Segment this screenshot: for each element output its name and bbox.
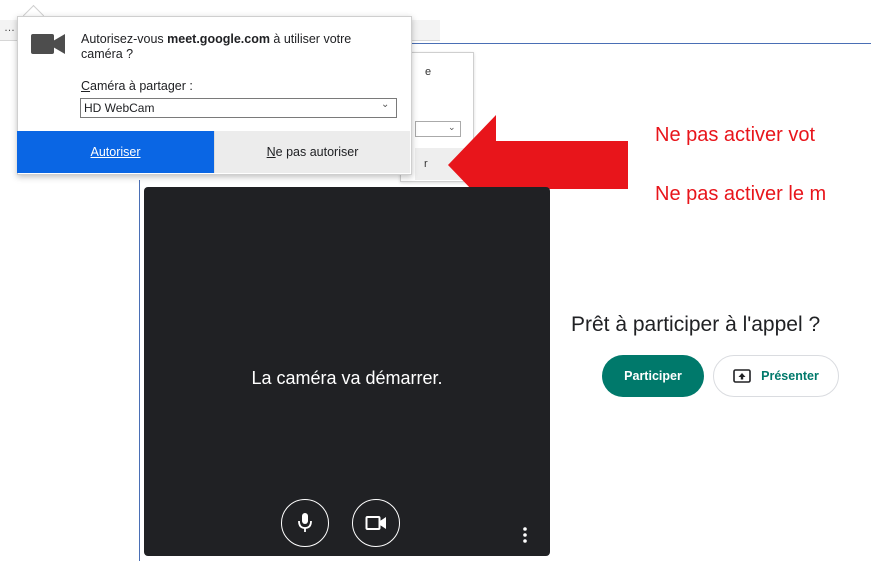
permission-question-line2: caméra ? (81, 47, 134, 61)
toolbar-overflow[interactable]: … (4, 22, 15, 34)
chevron-down-icon: ⌄ (381, 99, 390, 110)
camera-toggle-button[interactable] (352, 499, 400, 547)
deny-button[interactable]: Ne pas autoriser (214, 131, 410, 173)
annotation-note: Ne pas activer vot (655, 124, 816, 146)
camera-share-label: Caméra à partager : (81, 79, 193, 93)
permission-site: meet.google.com (167, 32, 270, 46)
background-dialog-button-text: r (424, 158, 428, 170)
permission-question: Autorisez-vous meet.google.com à utilise… (81, 32, 352, 46)
join-title: Prêt à participer à l'appel ? (571, 313, 821, 336)
present-button[interactable]: Présenter (713, 355, 839, 397)
videocam-outline-icon (365, 516, 386, 530)
join-button[interactable]: Participer (602, 355, 704, 397)
microphone-icon (298, 513, 312, 532)
video-status-message: La caméra va démarrer. (251, 368, 443, 388)
videocam-icon (31, 34, 65, 54)
allow-button[interactable]: Autoriser (17, 131, 214, 173)
camera-select-value: HD WebCam (84, 101, 155, 115)
page-divider (400, 43, 871, 44)
page-margin-line (139, 180, 140, 561)
present-to-all-icon (733, 369, 751, 383)
annotation-note: Ne pas activer le m (655, 183, 827, 205)
background-dialog-text: e (425, 66, 432, 78)
present-button-label: Présenter (761, 369, 819, 383)
more-vertical-icon (523, 527, 527, 543)
more-options-button[interactable] (518, 524, 532, 546)
browser-top-bar (0, 0, 871, 12)
microphone-toggle-button[interactable] (281, 499, 329, 547)
